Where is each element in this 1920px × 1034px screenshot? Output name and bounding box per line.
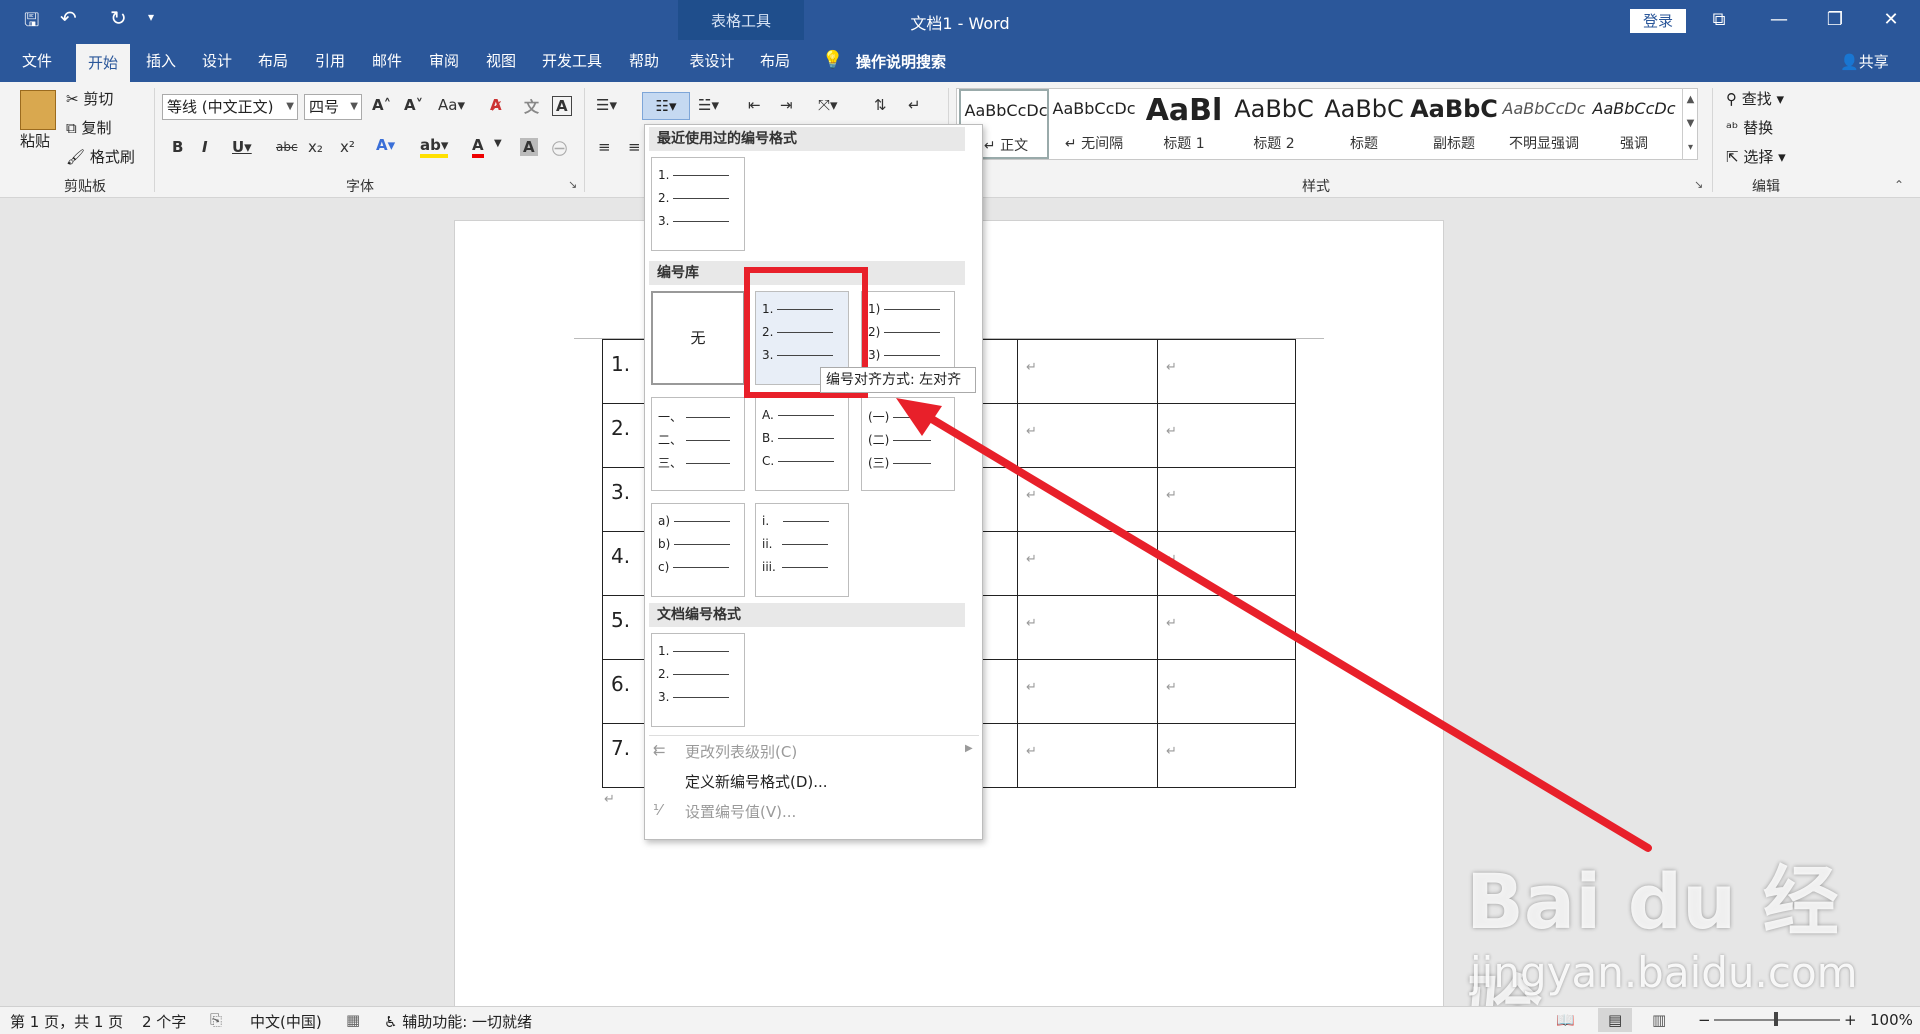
- print-layout-button[interactable]: ▤: [1598, 1008, 1632, 1032]
- word-count[interactable]: 2 个字: [142, 1011, 186, 1032]
- page-count[interactable]: 第 1 页，共 1 页: [10, 1011, 123, 1032]
- print-layout-icon: ▤: [1608, 1011, 1623, 1029]
- read-mode-icon[interactable]: 📖: [1556, 1011, 1575, 1029]
- watermark-url: jingyan.baidu.com: [1470, 948, 1858, 997]
- proofing-icon[interactable]: ⎘: [210, 1011, 222, 1029]
- web-layout-icon[interactable]: ▥: [1652, 1011, 1666, 1029]
- language[interactable]: 中文(中国): [250, 1011, 322, 1032]
- zoom-level[interactable]: 100%: [1870, 1011, 1913, 1029]
- macro-icon[interactable]: ▦: [346, 1011, 360, 1029]
- accessibility-status[interactable]: ♿ 辅助功能: 一切就绪: [384, 1011, 532, 1032]
- watermark-logo: Bai du 经验: [1466, 857, 1839, 1034]
- zoom-in-icon[interactable]: +: [1844, 1011, 1857, 1029]
- zoom-out-icon[interactable]: −: [1698, 1011, 1711, 1029]
- accessibility-icon: ♿: [384, 1013, 403, 1031]
- zoom-slider-thumb[interactable]: [1774, 1012, 1778, 1026]
